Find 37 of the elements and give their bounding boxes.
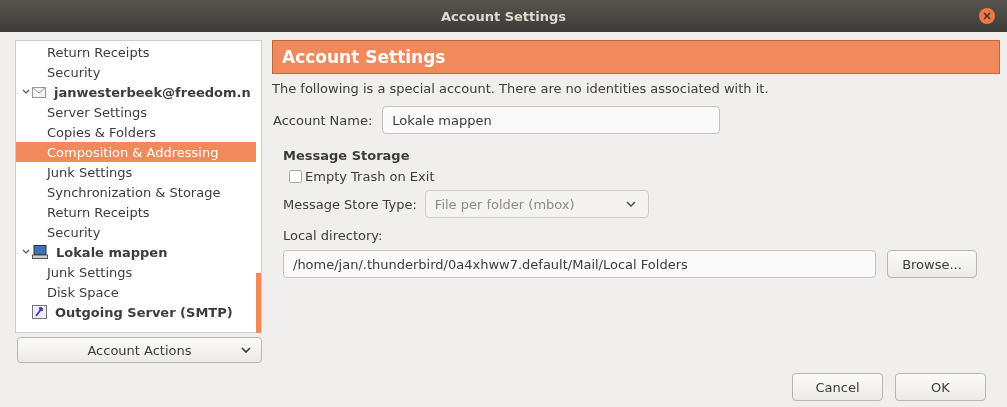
tree-item[interactable]: Server Settings (16, 102, 256, 122)
expander-icon[interactable] (22, 88, 30, 96)
account-name-field[interactable]: Lokale mappen (382, 106, 721, 134)
tree-item[interactable]: Security (16, 222, 256, 242)
tree-item[interactable]: Security (16, 62, 256, 82)
tree-item[interactable]: Lokale mappen (16, 242, 256, 262)
tree-item[interactable]: Synchronization & Storage (16, 182, 256, 202)
tree-item[interactable]: Junk Settings (16, 262, 256, 282)
chevron-down-icon (241, 347, 251, 353)
tree-item[interactable]: janwesterbeek@freedom.n (16, 82, 256, 102)
envelope-icon (32, 86, 46, 98)
field-label: Local directory: (283, 227, 384, 245)
close-button[interactable] (979, 8, 995, 24)
empty-trash-checkbox[interactable]: Empty Trash on Exit (283, 166, 1000, 186)
tree-item[interactable]: Junk Settings (16, 162, 256, 182)
close-icon (983, 12, 991, 20)
section-heading: Message Storage (283, 147, 411, 165)
tree-item[interactable]: Outgoing Server (SMTP) (16, 302, 256, 322)
expander-icon[interactable] (22, 248, 30, 256)
account-actions-button[interactable]: Account Actions (17, 337, 262, 363)
page-header: Account Settings (272, 40, 1000, 74)
intro-text: The following is a special account. There are no identities associated with it. (272, 80, 770, 98)
tree-item[interactable]: Disk Space (16, 282, 256, 302)
tree-item[interactable]: Return Receipts (16, 42, 256, 62)
dialog-button[interactable]: OK (895, 373, 986, 401)
local-directory-field[interactable]: /home/jan/.thunderbird/0a4xhww7.default/Mail/Local Folders (283, 250, 876, 278)
browse-button[interactable]: Browse... (887, 250, 977, 278)
computer-icon (32, 245, 48, 259)
tree-item[interactable]: Copies & Folders (16, 122, 256, 142)
dialog-button[interactable]: Cancel (792, 373, 883, 401)
tree-item[interactable]: Return Receipts (16, 202, 256, 222)
field-label: Account Name: (273, 112, 373, 128)
chevron-down-icon (625, 201, 636, 207)
window-title: Account Settings (441, 8, 566, 24)
outgoing-mail-icon (32, 305, 47, 319)
scrollbar[interactable] (256, 273, 261, 333)
field-label: Message Store Type: (283, 196, 417, 212)
